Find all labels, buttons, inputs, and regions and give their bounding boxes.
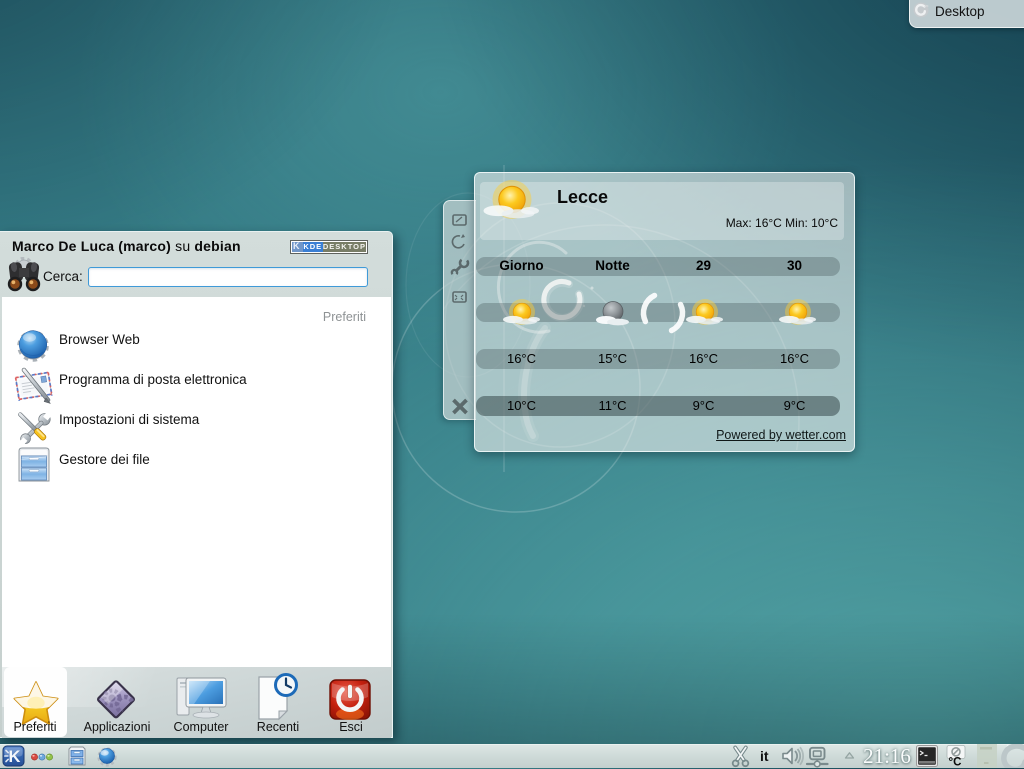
svg-text:°C: °C	[949, 757, 962, 769]
svg-text:K: K	[9, 748, 21, 766]
